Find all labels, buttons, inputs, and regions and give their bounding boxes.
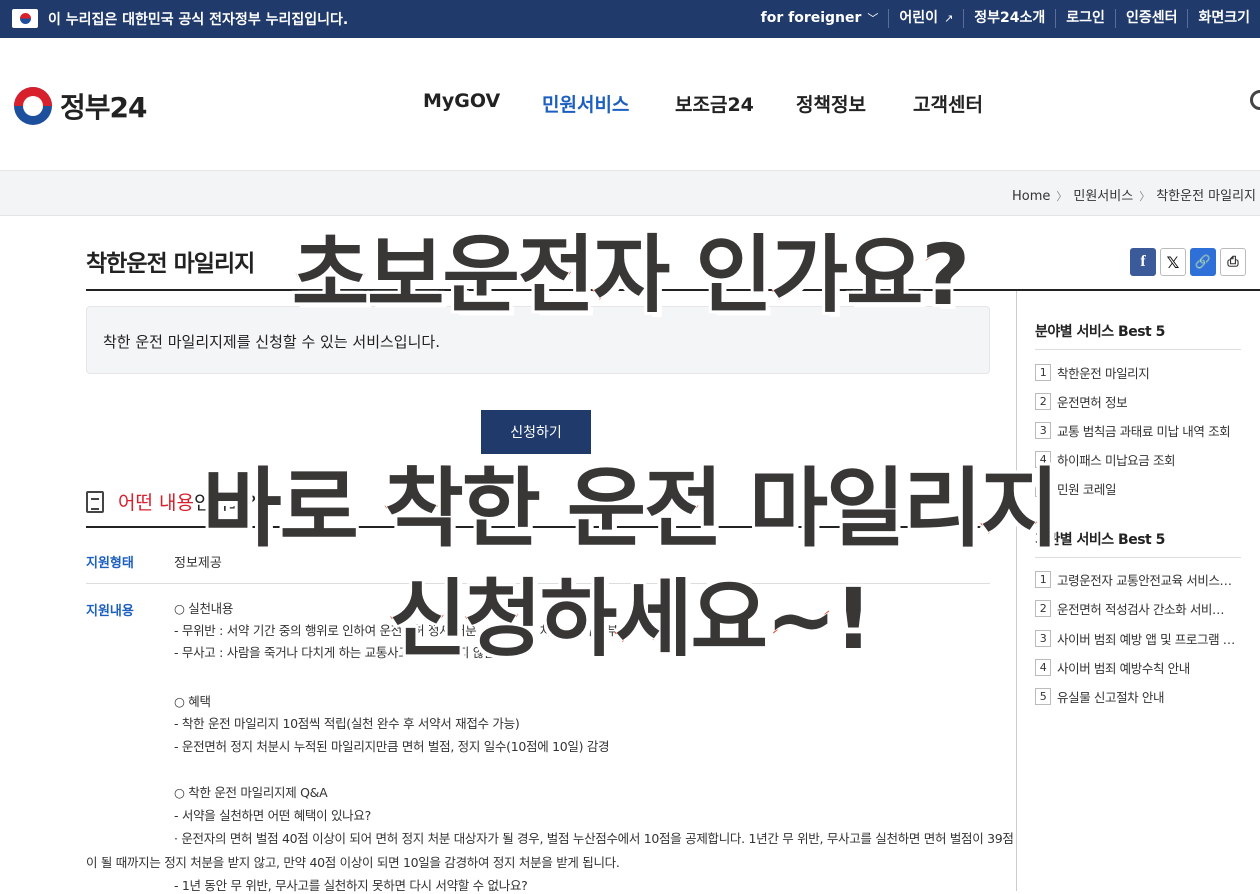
content-line: ○ 착한 운전 마일리지제 Q&A: [174, 785, 328, 800]
gov-notice-bar: 이 누리집은 대한민국 공식 전자정부 누리집입니다. for foreigne…: [0, 0, 1260, 38]
screen-size-link[interactable]: 화면크기: [1187, 9, 1260, 28]
overlay-headline: 초보운전자 인가요?: [290, 225, 971, 326]
cert-center-link[interactable]: 인증센터: [1114, 9, 1188, 28]
about-link[interactable]: 정부24소개: [963, 9, 1055, 28]
content-line: - 서약을 실천하면 어떤 혜택이 있나요?: [174, 808, 371, 823]
field-best-item[interactable]: 1 착한운전 마일리지: [1035, 363, 1150, 382]
for-foreigner-link[interactable]: for foreigner ﹀: [751, 9, 889, 28]
external-link-icon: ↗: [944, 12, 954, 25]
nav-mygov[interactable]: MyGOV: [423, 90, 500, 112]
content-line: 이 될 때까지는 정지 처분을 받지 않고, 만약 40점 이상이 되면 10일…: [86, 855, 620, 870]
nav-policy[interactable]: 정책정보: [796, 90, 866, 117]
field-best-item[interactable]: 2 운전면허 정보: [1035, 392, 1128, 411]
breadcrumb-current: 착한운전 마일리지: [1156, 189, 1256, 204]
sidebar-divider: [1035, 349, 1241, 350]
agency-best-item[interactable]: 5 유실물 신고절차 안내: [1035, 687, 1164, 706]
kids-link[interactable]: 어린이 ↗: [888, 9, 963, 28]
gov-notice-text: 이 누리집은 대한민국 공식 전자정부 누리집입니다.: [48, 12, 349, 28]
overlay-headline: 바로 착한 운전 마일리지: [201, 458, 1061, 561]
overlay-headline: 신청하세요~!: [388, 569, 874, 670]
logo-text: 정부24: [60, 91, 147, 124]
taegeuk-logo-icon: [14, 87, 52, 125]
nav-subsidy[interactable]: 보조금24: [675, 90, 754, 117]
content-line: - 운전면허 정지 처분시 누적된 마일리지만큼 면허 벌점, 정지 일수(10…: [174, 739, 610, 754]
breadcrumb-home[interactable]: Home: [1012, 189, 1050, 204]
chevron-down-icon: ﹀: [867, 12, 879, 25]
login-link[interactable]: 로그인: [1055, 9, 1115, 28]
korean-flag-icon: [12, 9, 38, 28]
content-line: - 착한 운전 마일리지 10점씩 적립(실천 완수 후 서약서 재접수 가능): [174, 716, 520, 731]
nav-civil-service[interactable]: 민원서비스: [542, 90, 629, 117]
utility-links: for foreigner ﹀ 어린이 ↗ 정부24소개 로그인 인증센터 화면크기: [751, 9, 1260, 28]
site-logo[interactable]: 정부24: [14, 86, 147, 126]
content-line: · 운전자의 면허 벌점 40점 이상이 되어 면허 정지 처분 대상자가 될 …: [174, 831, 1014, 846]
breadcrumb: Home 〉 민원서비스 〉 착한운전 마일리지: [1011, 189, 1256, 204]
content-line: ○ 혜택: [174, 694, 211, 709]
site-header: 정부24 MyGOV 민원서비스 보조금24 정책정보 고객센터: [0, 38, 1260, 170]
content-line: - 1년 동안 무 위반, 무사고를 실천하지 못하면 다시 서약할 수 없나요…: [174, 878, 528, 893]
search-icon[interactable]: [1250, 90, 1260, 110]
service-description: 착한 운전 마일리지제를 신청할 수 있는 서비스입니다.: [103, 333, 440, 351]
nav-customer-center[interactable]: 고객센터: [913, 90, 983, 117]
breadcrumb-civil-service[interactable]: 민원서비스: [1073, 189, 1133, 204]
